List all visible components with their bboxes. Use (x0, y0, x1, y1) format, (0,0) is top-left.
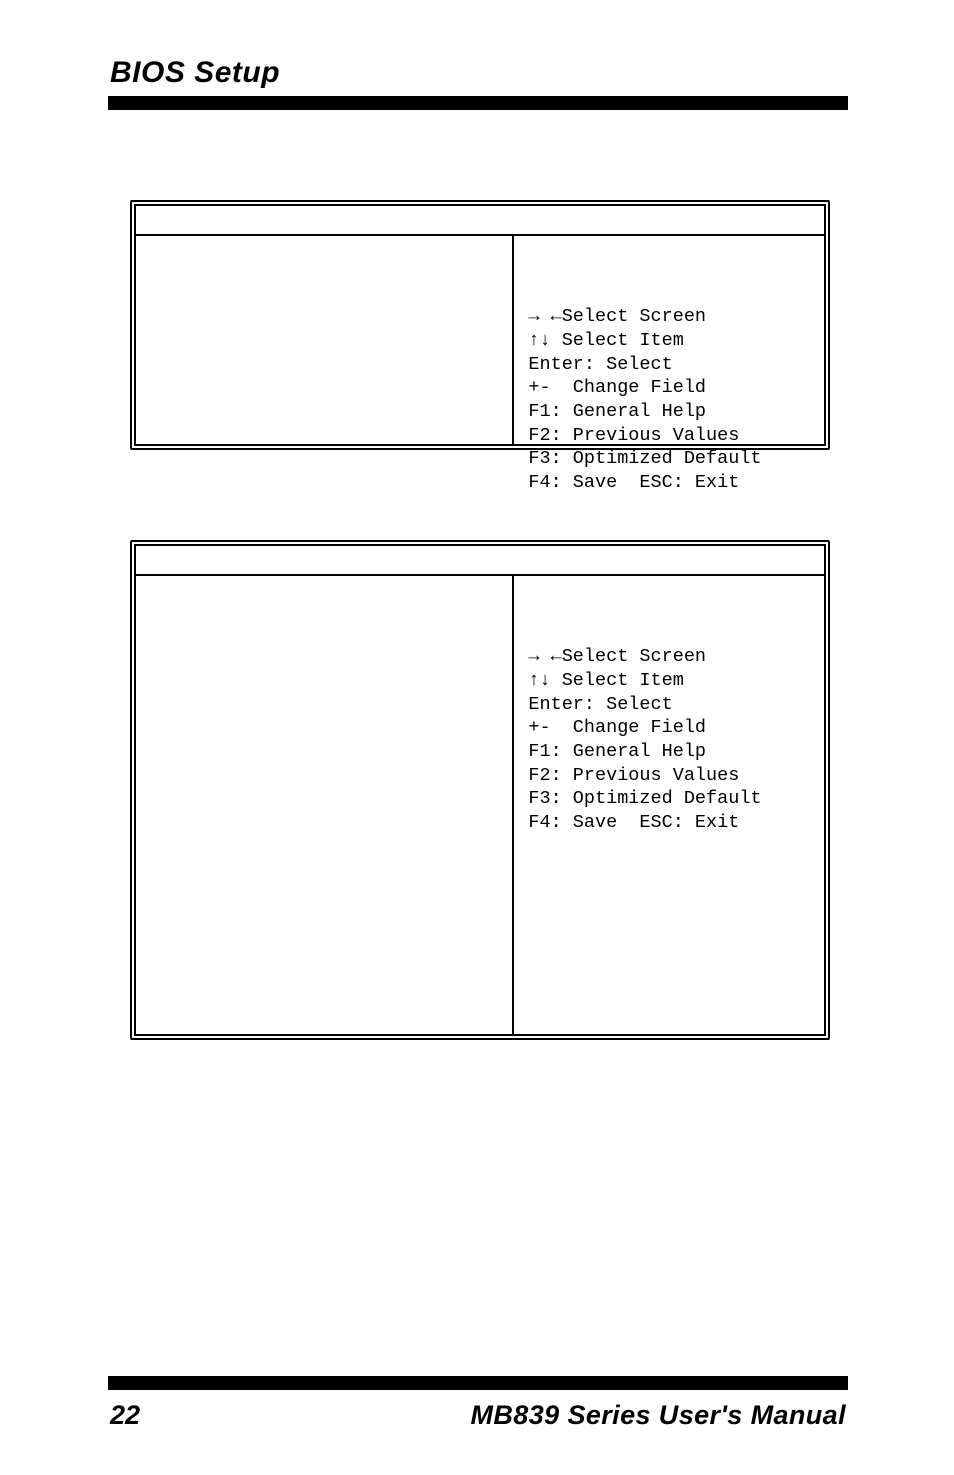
page: BIOS Setup → ←Select Screen ↑↓ Select It… (0, 0, 954, 1475)
bios-box-1-columns: → ←Select Screen ↑↓ Select Item Enter: S… (136, 236, 824, 444)
header-divider (108, 96, 848, 110)
footer-page-number: 22 (110, 1400, 140, 1431)
bios-box-2-right-panel: → ←Select Screen ↑↓ Select Item Enter: S… (514, 576, 824, 1034)
footer-divider (108, 1376, 848, 1390)
bios-box-1-left-panel (136, 236, 514, 444)
bios-box-1-top-spacer (136, 206, 824, 234)
bios-box-2-columns: → ←Select Screen ↑↓ Select Item Enter: S… (136, 576, 824, 1034)
bios-box-1-help-text: → ←Select Screen ↑↓ Select Item Enter: S… (528, 305, 814, 494)
bios-box-2-top-spacer (136, 546, 824, 574)
bios-box-2-help-text: → ←Select Screen ↑↓ Select Item Enter: S… (528, 645, 814, 834)
page-footer: 22 MB839 Series User's Manual (108, 1376, 848, 1431)
footer-manual-title: MB839 Series User's Manual (471, 1400, 847, 1431)
page-header-title: BIOS Setup (110, 56, 280, 90)
footer-line: 22 MB839 Series User's Manual (108, 1400, 848, 1431)
bios-box-2-left-panel (136, 576, 514, 1034)
bios-box-1-right-panel: → ←Select Screen ↑↓ Select Item Enter: S… (514, 236, 824, 444)
bios-box-1: → ←Select Screen ↑↓ Select Item Enter: S… (130, 200, 830, 450)
bios-box-2: → ←Select Screen ↑↓ Select Item Enter: S… (130, 540, 830, 1040)
